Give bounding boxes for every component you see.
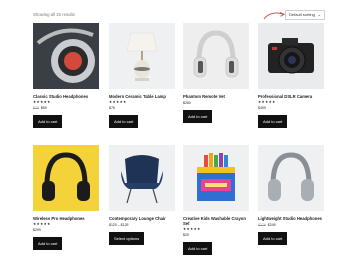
sort-select[interactable]: Default sorting ⌄ [285,10,325,20]
product-title[interactable]: Phantom Remote Vet [183,94,249,99]
product-card: Phantom Remote Vet $260 Add to cart [183,23,249,123]
add-to-cart-button[interactable]: Add to cart [109,115,139,128]
product-title[interactable]: Lightweight Studio Headphones [258,216,324,221]
rating-stars: ★★★★★ [109,100,127,104]
product-image[interactable] [258,23,324,89]
product-card: Modern Ceramic Table Lamp ★★★★★ $75 Add … [109,23,175,128]
add-to-cart-button[interactable]: Add to cart [33,115,63,128]
product-image[interactable] [109,145,175,211]
headphones-white-icon [183,23,249,89]
sale-price: $59 [40,106,47,110]
product-price: $20 [183,233,249,237]
add-to-cart-button[interactable]: Add to cart [183,110,213,123]
product-price: $499 [258,106,324,110]
sort-select-value: Default sorting [289,12,315,17]
sale-price: $299 [33,228,41,232]
product-price: $279 $249 [258,223,324,227]
product-title[interactable]: Contemporary Lounge Chair [109,216,175,221]
sale-price: $499 [258,106,266,110]
sale-price: $20 [183,233,189,237]
headphones-grey-icon [258,145,324,211]
product-image[interactable] [109,23,175,89]
sale-price: $75 [109,106,115,110]
table-lamp-icon [109,23,175,89]
sale-price: $249 [267,223,276,227]
product-title[interactable]: Wireless Pro Headphones [33,216,99,221]
product-card: Classic Studio Headphones ★★★★★ $79 $59 A… [33,23,99,128]
product-image[interactable] [258,145,324,211]
select-options-button[interactable]: Select options [109,232,145,245]
rating-stars: ★★★★★ [33,100,51,104]
rating-stars: ★★★★★ [183,227,201,231]
product-title[interactable]: Creative Kids Washable Crayon Set [183,216,249,226]
rating-stars: ★★★★★ [33,222,51,226]
product-image[interactable] [33,23,99,89]
product-card: Professional DSLR Camera ★★★★★ $499 Add … [258,23,324,128]
product-image[interactable] [33,145,99,211]
sale-price: $260 [183,101,191,105]
product-title[interactable]: Professional DSLR Camera [258,94,324,99]
product-image[interactable] [183,23,249,89]
crayon-box-icon [183,145,249,211]
rating-stars: ★★★★★ [258,100,276,104]
product-title[interactable]: Modern Ceramic Table Lamp [109,94,175,99]
product-title[interactable]: Classic Studio Headphones [33,94,99,99]
old-price: $79 [33,106,39,110]
product-card: Lightweight Studio Headphones $279 $249 A… [258,145,324,245]
product-price: $120 – $125 [109,223,175,227]
product-price: $75 [109,106,175,110]
annotation-arrow-icon [263,12,286,20]
product-card: Creative Kids Washable Crayon Set ★★★★★ … [183,145,249,255]
headphones-yellow-icon [33,145,99,211]
headphones-closeup-icon [33,23,99,89]
sale-price: $120 – $125 [109,223,129,227]
add-to-cart-button[interactable]: Add to cart [183,242,213,255]
product-image[interactable] [183,145,249,211]
old-price: $279 [258,223,266,227]
product-price: $79 $59 [33,106,99,110]
results-count: Showing all 15 results [33,12,75,17]
add-to-cart-button[interactable]: Add to cart [258,115,288,128]
lounge-chair-icon [109,145,175,211]
product-price: $299 [33,228,99,232]
product-card: Wireless Pro Headphones ★★★★★ $299 Add t… [33,145,99,250]
camera-icon [258,23,324,89]
add-to-cart-button[interactable]: Add to cart [258,232,288,245]
product-card: Contemporary Lounge Chair $120 – $125 Se… [109,145,175,245]
product-price: $260 [183,101,249,105]
chevron-down-icon: ⌄ [317,12,321,17]
add-to-cart-button[interactable]: Add to cart [33,237,63,250]
